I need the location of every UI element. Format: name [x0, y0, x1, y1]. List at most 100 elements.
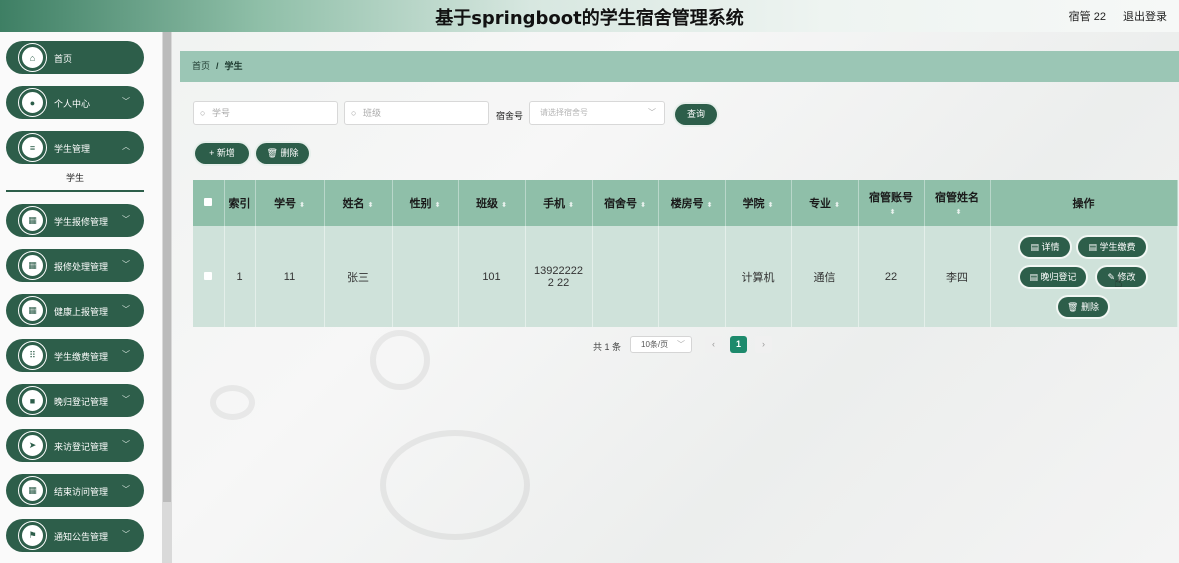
chevron-down-icon: ﹀	[122, 485, 130, 494]
table-header-row: 索引 学号 ⬍ 姓名 ⬍ 性别 ⬍ 班级 ⬍ 手机 ⬍ 宿舍号 ⬍ 楼房号 ⬍ 学院 ⬍ 专业 ⬍…	[193, 180, 1178, 226]
cell-index: 1	[224, 226, 256, 327]
sort-icon: ⬍	[640, 202, 646, 209]
sidebar-item-late-return[interactable]: ■ 晚归登记管理 ﹀	[6, 384, 144, 417]
breadcrumb: 首页 / 学生	[180, 51, 1179, 82]
sidebar-item-label: 晚归登记管理	[54, 397, 109, 407]
chevron-down-icon: ﹀	[122, 215, 130, 224]
column-header[interactable]: 宿舍号 ⬍	[592, 180, 659, 226]
search-icon: ○	[200, 108, 206, 118]
background-decoration	[210, 385, 255, 420]
sidebar-item-label: 报修处理管理	[54, 262, 109, 272]
page-title: 基于springboot的学生宿舍管理系统	[435, 8, 744, 29]
sidebar-item-notice[interactable]: ⚑ 通知公告管理 ﹀	[6, 519, 144, 552]
late-return-button[interactable]: ▤ 晚归登记	[1020, 267, 1086, 287]
row-delete-button[interactable]: 🗑 删除	[1058, 297, 1108, 317]
column-header[interactable]: 楼房号 ⬍	[658, 180, 726, 226]
prev-page-button[interactable]: ‹	[705, 336, 722, 353]
cell-major: 通信	[791, 226, 859, 327]
student-no-search-input[interactable]: ○ 学号	[193, 101, 338, 125]
sort-icon: ⬍	[889, 209, 896, 216]
sidebar-item-end-visit[interactable]: ▦ 结束访问管理 ﹀	[6, 474, 144, 507]
cell-building	[658, 226, 726, 327]
chevron-up-icon: ︿	[122, 142, 130, 151]
background-decoration	[380, 430, 530, 540]
breadcrumb-home[interactable]: 首页	[192, 61, 210, 71]
sidebar-item-label: 通知公告管理	[54, 532, 109, 542]
flag-icon: ⚑	[19, 522, 46, 549]
breadcrumb-current: 学生	[224, 61, 243, 71]
sidebar-item-student-management[interactable]: ≡ 学生管理 ︿	[6, 131, 144, 164]
dorm-select[interactable]: 请选择宿舍号 ﹀	[529, 101, 665, 125]
next-page-button[interactable]: ›	[755, 336, 772, 353]
page-number[interactable]: 1	[730, 336, 747, 353]
current-user: 宿管 22	[1068, 11, 1106, 23]
sidebar-item-label: 学生报修管理	[54, 217, 109, 227]
sidebar-item-label: 学生缴费管理	[54, 352, 109, 362]
sidebar-item-repair[interactable]: ▦ 学生报修管理 ﹀	[6, 204, 144, 237]
sidebar-item-profile[interactable]: ● 个人中心 ﹀	[6, 86, 144, 119]
sort-icon: ⬍	[299, 202, 305, 209]
chevron-down-icon: ﹀	[122, 305, 130, 314]
payment-button[interactable]: ▤ 学生缴费	[1078, 237, 1146, 257]
hand-cursor-icon: ☝	[1114, 274, 1123, 290]
search-icon: ○	[351, 108, 357, 118]
sort-icon: ⬍	[706, 202, 713, 209]
logout-link[interactable]: 退出登录	[1123, 11, 1167, 23]
chevron-down-icon: ﹀	[122, 350, 130, 359]
delete-button[interactable]: 🗑 删除	[256, 143, 309, 164]
top-bar: 基于springboot的学生宿舍管理系统 宿管 22 退出登录	[0, 0, 1179, 32]
class-search-input[interactable]: ○ 班级	[344, 101, 489, 125]
cell-college: 计算机	[725, 226, 792, 327]
sidebar-item-health[interactable]: ▦ 健康上报管理 ﹀	[6, 294, 144, 327]
document-icon: ▤	[1030, 242, 1042, 252]
sidebar-item-home[interactable]: ⌂ 首页	[6, 41, 144, 74]
user-area: 宿管 22 退出登录	[1055, 8, 1167, 24]
column-header[interactable]: 手机 ⬍	[525, 180, 593, 226]
sidebar-item-label: 健康上报管理	[54, 307, 109, 317]
column-header[interactable]: 宿管账号 ⬍	[858, 180, 925, 226]
chevron-down-icon: ﹀	[122, 530, 130, 539]
grid-icon: ▦	[19, 207, 46, 234]
sidebar-item-label: 首页	[54, 54, 73, 64]
list-icon: ≡	[19, 134, 46, 161]
page-size-select[interactable]: 10条/页 ﹀	[630, 336, 692, 353]
add-button[interactable]: + 新增	[195, 143, 249, 164]
column-header[interactable]: 班级 ⬍	[458, 180, 526, 226]
cell-name: 张三	[324, 226, 393, 327]
row-checkbox[interactable]	[193, 226, 225, 327]
sort-icon: ⬍	[501, 202, 507, 209]
detail-button[interactable]: ▤ 详情	[1020, 237, 1070, 257]
sort-icon: ⬍	[434, 202, 441, 209]
query-button[interactable]: 查询	[675, 104, 717, 125]
column-header: 操作	[990, 180, 1178, 226]
sidebar-item-visitor[interactable]: ➤ 来访登记管理 ﹀	[6, 429, 144, 462]
select-all-checkbox[interactable]	[193, 180, 225, 226]
chevron-down-icon: ﹀	[122, 440, 130, 449]
column-header[interactable]: 宿管姓名 ⬍	[924, 180, 991, 226]
submenu-item-student[interactable]: 学生	[6, 168, 144, 192]
chevron-down-icon: ﹀	[122, 395, 130, 404]
column-header[interactable]: 性别 ⬍	[392, 180, 459, 226]
column-header[interactable]: 姓名 ⬍	[324, 180, 393, 226]
column-header[interactable]: 专业 ⬍	[791, 180, 859, 226]
dorm-label: 宿舍号	[496, 111, 524, 121]
sort-icon: ⬍	[767, 202, 774, 209]
sidebar-item-repair-process[interactable]: ▦ 报修处理管理 ﹀	[6, 249, 144, 282]
send-icon: ➤	[19, 432, 46, 459]
sidebar-item-payment[interactable]: ⠿ 学生缴费管理 ﹀	[6, 339, 144, 372]
sort-icon: ⬍	[367, 202, 374, 209]
document-icon: ▤	[1029, 272, 1041, 282]
student-no-placeholder: 学号	[212, 108, 231, 118]
chevron-down-icon: ﹀	[122, 260, 130, 269]
column-header[interactable]: 学号 ⬍	[255, 180, 325, 226]
column-header[interactable]: 学院 ⬍	[725, 180, 792, 226]
sidebar-item-label: 结束访问管理	[54, 487, 109, 497]
cell-manager-account: 22	[858, 226, 925, 327]
apps-icon: ⠿	[19, 342, 46, 369]
sidebar-item-label: 学生管理	[54, 144, 91, 154]
background-decoration	[370, 330, 430, 390]
sidebar-scrollbar[interactable]	[162, 32, 172, 563]
grid-icon: ▦	[19, 477, 46, 504]
sort-icon: ⬍	[955, 209, 962, 216]
sidebar-item-label: 个人中心	[54, 99, 91, 109]
